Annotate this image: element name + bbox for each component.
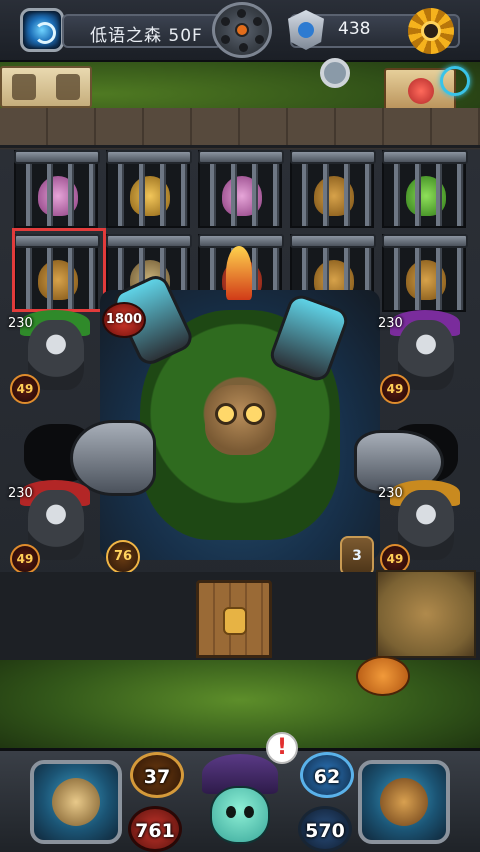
monster-hp: 230 (6, 314, 33, 331)
monster-stack[interactable]: 230 49 (376, 310, 466, 404)
treasure-chest-button[interactable] (358, 760, 450, 844)
portal-icon[interactable] (20, 8, 64, 52)
monster-hp: 230 (376, 314, 403, 331)
compass-shield-button[interactable] (30, 760, 122, 844)
monster-stack[interactable]: 230 49 (6, 310, 96, 404)
sand-tile[interactable] (376, 570, 476, 658)
caged-loot-cell[interactable] (106, 150, 192, 228)
caged-loot-cell[interactable] (290, 150, 376, 228)
cage-cap (14, 150, 100, 164)
compass-shield-icon (52, 778, 100, 826)
treasure-chest-icon (380, 778, 428, 826)
monster-stack[interactable]: 230 49 (6, 480, 96, 574)
monster-hp: 230 (376, 484, 403, 501)
locked-door[interactable] (196, 580, 272, 658)
skill-wheel-button[interactable] (212, 2, 272, 58)
caged-loot-cell[interactable] (14, 150, 100, 228)
floor-label: 低语之森 50F (90, 26, 203, 46)
caged-loot-cell[interactable] (198, 150, 284, 228)
cage-cap (106, 150, 192, 164)
player-hp: 761 (128, 806, 182, 852)
pumpkin-icon (356, 656, 410, 696)
wheel-slot (221, 35, 230, 44)
player-mana: 570 (298, 806, 352, 852)
caged-loot-cell[interactable] (382, 150, 468, 228)
stone-ledge (0, 108, 480, 148)
boss-hp-badge: 1800 (102, 302, 146, 338)
wheel-hub (235, 23, 249, 37)
wheel-slot (253, 17, 262, 26)
alert-badge[interactable]: ! (266, 732, 298, 764)
hero-face (210, 786, 270, 844)
floor-plate: 低语之森 50F (62, 14, 222, 48)
selection-highlight (12, 228, 106, 312)
player-defense: 62 (300, 752, 354, 798)
hourglass-turn-counter: 3 (340, 536, 374, 576)
wheel-slot (221, 17, 230, 26)
cage-cap (382, 234, 468, 248)
magnifier-icon[interactable] (320, 58, 350, 88)
monster-attack: 49 (380, 374, 410, 404)
monster-stack[interactable]: 230 49 (376, 480, 466, 574)
candelabra-icon (12, 74, 36, 100)
caged-loot-cell[interactable] (382, 234, 468, 312)
wheel-slot (237, 9, 246, 18)
monster-attack: 49 (10, 374, 40, 404)
gear-core (421, 21, 441, 41)
monster-hp: 230 (6, 484, 33, 501)
tools-sign-icon[interactable] (0, 66, 92, 108)
flame-icon (226, 246, 252, 300)
cage-cap (198, 150, 284, 164)
keyhole-icon (223, 607, 247, 635)
gear-icon[interactable] (408, 8, 454, 54)
wheel-slot (255, 35, 264, 44)
cage-cap (290, 150, 376, 164)
cage-cap (382, 150, 468, 164)
wheel-slot (239, 43, 248, 52)
treant-face (205, 385, 275, 455)
cage-cap (290, 234, 376, 248)
key-icon (56, 74, 80, 100)
boss-attack-badge: 76 (106, 540, 140, 574)
cage-cap (106, 234, 192, 248)
monster-attack: 49 (10, 544, 40, 574)
portal-ring-icon[interactable] (440, 66, 470, 96)
player-attack: 37 (130, 752, 184, 798)
gem-count: 438 (338, 19, 371, 39)
